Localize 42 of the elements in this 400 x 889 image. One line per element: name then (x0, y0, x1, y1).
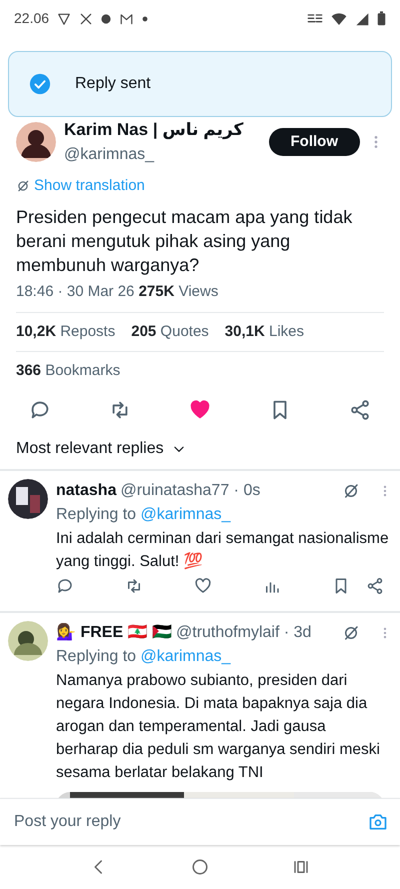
stat-count[interactable]: 205 Quotes (131, 320, 209, 344)
toast-text: Reply sent (75, 74, 151, 94)
grok-icon[interactable] (342, 482, 360, 500)
stat-count[interactable]: 10,2K Reposts (16, 320, 116, 344)
author-handle: @ruinatasha77 · 0s (120, 480, 262, 501)
author-handle: @karimnas_ (64, 144, 156, 165)
clock-text: 22.06 (14, 9, 50, 28)
avatar (8, 620, 48, 661)
author-name: Karim Nas | كريم ناس (64, 119, 244, 142)
author-name: natasha (56, 480, 116, 501)
sort-dropdown[interactable]: Most relevant replies (16, 436, 164, 461)
check-icon (29, 73, 51, 95)
tweet-text: Presiden pengecut macam apa yang tidak berani mengutuk pihak asing yang membunuh warganya? (15, 206, 354, 278)
grok-icon[interactable] (342, 624, 360, 642)
share-icon[interactable] (349, 398, 371, 421)
tweet-timestamp: 18:46 · 30 Mar 26 275K Views (15, 282, 220, 302)
author-handle: @truthofmylaif · 3d (176, 622, 312, 643)
dot-icon (142, 16, 148, 22)
share-icon[interactable] (366, 576, 384, 595)
reply-text: Namanya prabowo subianto, presiden dari negara Indonesia. Di mata bapaknya saja dia arogan dan temperamental. Jadi gausa berharap dia peduli sm warganya sendiri meski sesama berlatar belakang TNI (56, 670, 381, 783)
battery-icon (377, 11, 386, 26)
avatar (16, 122, 56, 162)
translate-icon (16, 178, 30, 193)
reply-icon[interactable] (29, 398, 51, 421)
bookmark-count[interactable]: 366 Bookmarks (0, 352, 400, 383)
stat-count[interactable]: 30,1K Likes (224, 320, 304, 344)
signal-icon (355, 12, 369, 26)
x-logo-icon (79, 12, 94, 26)
follow-button[interactable]: Follow (268, 128, 360, 156)
replying-to-text: Replying to @karimnas_ (56, 646, 232, 667)
reply-icon[interactable] (56, 576, 74, 595)
like-icon[interactable] (189, 398, 211, 421)
reply-text: Ini adalah cerminan dari semangat nasionalisme yang tinggi. Salut! 💯 (56, 528, 390, 572)
wifi-icon (331, 12, 347, 26)
like-icon[interactable] (194, 576, 212, 595)
replying-to-text: Replying to @karimnas_ (56, 504, 232, 525)
camera-icon[interactable] (368, 812, 388, 832)
avatar (8, 478, 48, 519)
author-name: 💁‍♀ FREE 🇱🇧 🇵🇸 (56, 622, 172, 643)
mail-icon (119, 12, 134, 26)
home-icon[interactable] (190, 858, 209, 876)
repost-icon[interactable] (125, 576, 143, 595)
